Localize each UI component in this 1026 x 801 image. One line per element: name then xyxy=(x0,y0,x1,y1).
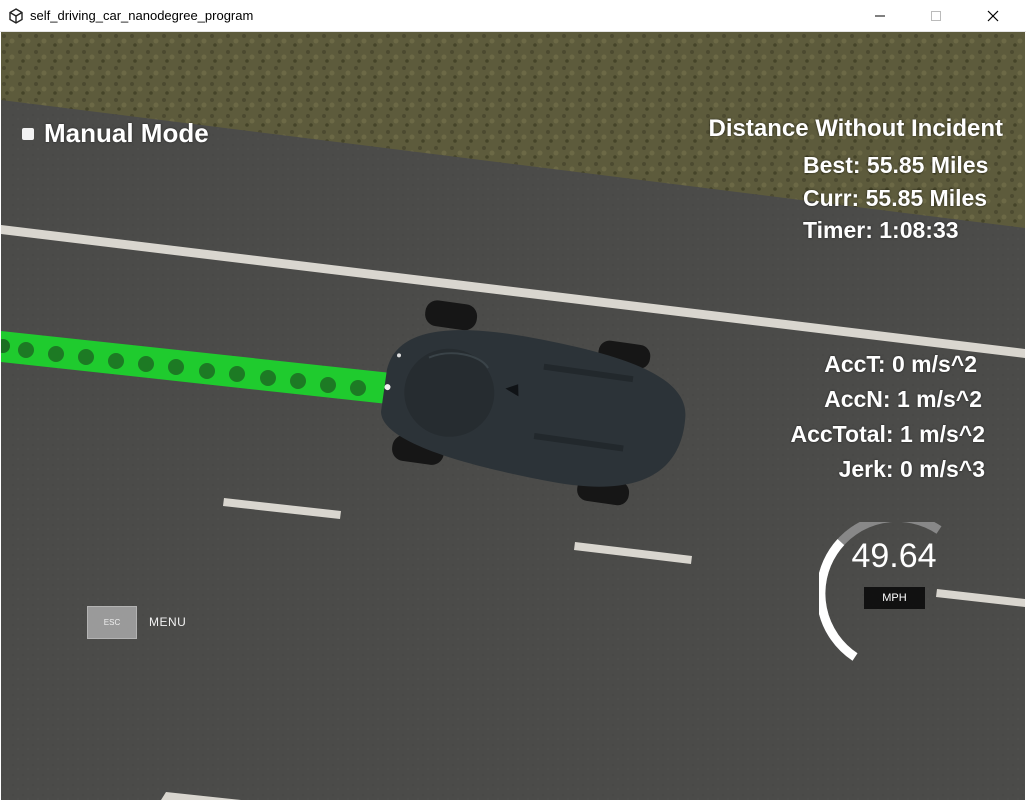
distance-title: Distance Without Incident xyxy=(708,115,1003,142)
mode-label: Manual Mode xyxy=(44,118,209,148)
acc-t-readout: AccT: 0 m/s^2 xyxy=(824,351,977,377)
timer: Timer: 1:08:33 xyxy=(803,217,959,243)
acc-total-readout: AccTotal: 1 m/s^2 xyxy=(790,421,985,447)
mode-checkbox[interactable] xyxy=(22,127,34,140)
window-titlebar: self_driving_car_nanodegree_program xyxy=(0,0,1026,32)
unity-icon xyxy=(9,8,23,24)
close-icon xyxy=(987,10,999,22)
minimize-button[interactable] xyxy=(857,0,903,32)
manual-mode-toggle[interactable]: Manual Mode xyxy=(22,118,209,149)
window-title: self_driving_car_nanodegree_program xyxy=(30,8,254,23)
close-button[interactable] xyxy=(970,0,1016,32)
speed-value: 49.64 xyxy=(851,537,937,575)
jerk-readout: Jerk: 0 m/s^3 xyxy=(838,456,985,482)
maximize-icon xyxy=(931,11,941,21)
best-distance: Best: 55.85 Miles xyxy=(803,152,989,178)
acc-n-readout: AccN: 1 m/s^2 xyxy=(824,386,982,412)
menu-label: MENU xyxy=(149,615,187,629)
maximize-button[interactable] xyxy=(913,0,959,32)
speed-unit: MPH xyxy=(864,587,925,609)
esc-button[interactable]: ESC xyxy=(87,606,137,639)
minimize-icon xyxy=(875,15,885,17)
current-distance: Curr: 55.85 Miles xyxy=(803,185,988,211)
